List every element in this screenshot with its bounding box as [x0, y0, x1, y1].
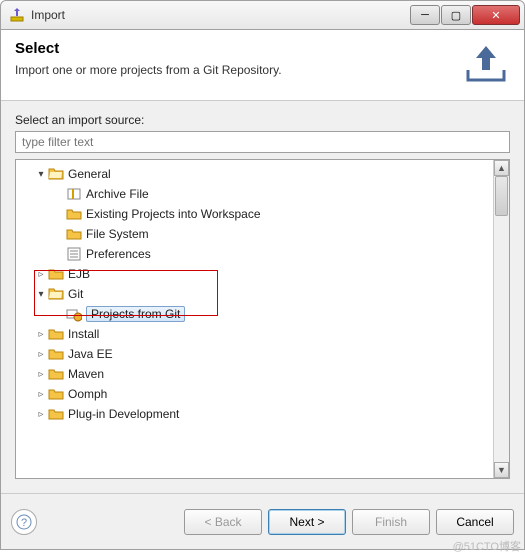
dialog-content: Select Import one or more projects from …: [0, 30, 525, 550]
tree-label: Oomph: [68, 387, 107, 401]
import-banner-icon: [462, 40, 510, 88]
cancel-button[interactable]: Cancel: [436, 509, 514, 535]
tree-label: Git: [68, 287, 83, 301]
projects-icon: [66, 206, 82, 222]
folder-icon: [48, 406, 64, 422]
tree-node-preferences[interactable]: ▸ Preferences: [18, 244, 491, 264]
tree-label: Plug-in Development: [68, 407, 179, 421]
expand-icon[interactable]: ▹: [34, 329, 48, 340]
filter-label: Select an import source:: [15, 113, 510, 127]
filter-input[interactable]: [15, 131, 510, 153]
title-bar: Import ─ ▢ ✕: [0, 0, 525, 30]
expand-icon[interactable]: ▹: [34, 369, 48, 380]
tree-label: Existing Projects into Workspace: [86, 207, 261, 221]
tree-label: Projects from Git: [86, 306, 185, 322]
minimize-button[interactable]: ─: [410, 5, 440, 25]
page-description: Import one or more projects from a Git R…: [15, 63, 462, 77]
wizard-header: Select Import one or more projects from …: [1, 30, 524, 101]
next-button[interactable]: Next >: [268, 509, 346, 535]
window-controls: ─ ▢ ✕: [410, 5, 520, 25]
window-title: Import: [31, 8, 410, 22]
finish-button[interactable]: Finish: [352, 509, 430, 535]
expand-icon[interactable]: ▹: [34, 389, 48, 400]
expand-icon[interactable]: ▾: [34, 289, 48, 300]
help-icon: ?: [16, 514, 32, 530]
scroll-up-button[interactable]: ▲: [494, 160, 509, 176]
tree-label: Install: [68, 327, 99, 341]
expand-icon[interactable]: ▹: [34, 409, 48, 420]
tree-label: Preferences: [86, 247, 151, 261]
expand-icon[interactable]: ▾: [34, 169, 48, 180]
tree-node-archive-file[interactable]: ▸ Archive File: [18, 184, 491, 204]
tree-label: General: [68, 167, 111, 181]
tree-label: Archive File: [86, 187, 149, 201]
tree-node-ejb[interactable]: ▹ EJB: [18, 264, 491, 284]
import-tree: ▾ General ▸ Archive File ▸ Existing Proj…: [15, 159, 510, 479]
maximize-button[interactable]: ▢: [441, 5, 471, 25]
preferences-icon: [66, 246, 82, 262]
scroll-down-button[interactable]: ▼: [494, 462, 509, 478]
watermark: @51CTO博客: [453, 538, 521, 554]
folder-icon: [48, 326, 64, 342]
wizard-footer: ? < Back Next > Finish Cancel: [1, 493, 524, 549]
folder-icon: [48, 386, 64, 402]
folder-icon: [66, 226, 82, 242]
tree-label: Java EE: [68, 347, 113, 361]
git-project-icon: [66, 306, 82, 322]
close-button[interactable]: ✕: [472, 5, 520, 25]
archive-icon: [66, 186, 82, 202]
help-button[interactable]: ?: [11, 509, 37, 535]
back-button[interactable]: < Back: [184, 509, 262, 535]
folder-open-icon: [48, 286, 64, 302]
tree-node-general[interactable]: ▾ General: [18, 164, 491, 184]
tree-node-maven[interactable]: ▹ Maven: [18, 364, 491, 384]
scroll-thumb[interactable]: [495, 176, 508, 216]
tree-label: Maven: [68, 367, 104, 381]
svg-text:?: ?: [21, 517, 27, 529]
tree-node-projects-from-git[interactable]: ▸ Projects from Git: [18, 304, 491, 324]
tree-node-git[interactable]: ▾ Git: [18, 284, 491, 304]
tree-label: EJB: [68, 267, 90, 281]
tree-node-oomph[interactable]: ▹ Oomph: [18, 384, 491, 404]
expand-icon[interactable]: ▹: [34, 349, 48, 360]
tree-node-javaee[interactable]: ▹ Java EE: [18, 344, 491, 364]
tree-label: File System: [86, 227, 149, 241]
tree-node-plugin-dev[interactable]: ▹ Plug-in Development: [18, 404, 491, 424]
expand-icon[interactable]: ▹: [34, 269, 48, 280]
folder-open-icon: [48, 166, 64, 182]
tree-scrollbar[interactable]: ▲ ▼: [493, 160, 509, 478]
tree-node-file-system[interactable]: ▸ File System: [18, 224, 491, 244]
tree-node-install[interactable]: ▹ Install: [18, 324, 491, 344]
folder-icon: [48, 366, 64, 382]
tree-viewport[interactable]: ▾ General ▸ Archive File ▸ Existing Proj…: [16, 160, 493, 478]
tree-node-existing-projects[interactable]: ▸ Existing Projects into Workspace: [18, 204, 491, 224]
page-title: Select: [15, 40, 462, 57]
wizard-body: Select an import source: ▾ General ▸ Arc…: [1, 101, 524, 493]
import-icon: [9, 7, 25, 23]
folder-icon: [48, 346, 64, 362]
folder-icon: [48, 266, 64, 282]
